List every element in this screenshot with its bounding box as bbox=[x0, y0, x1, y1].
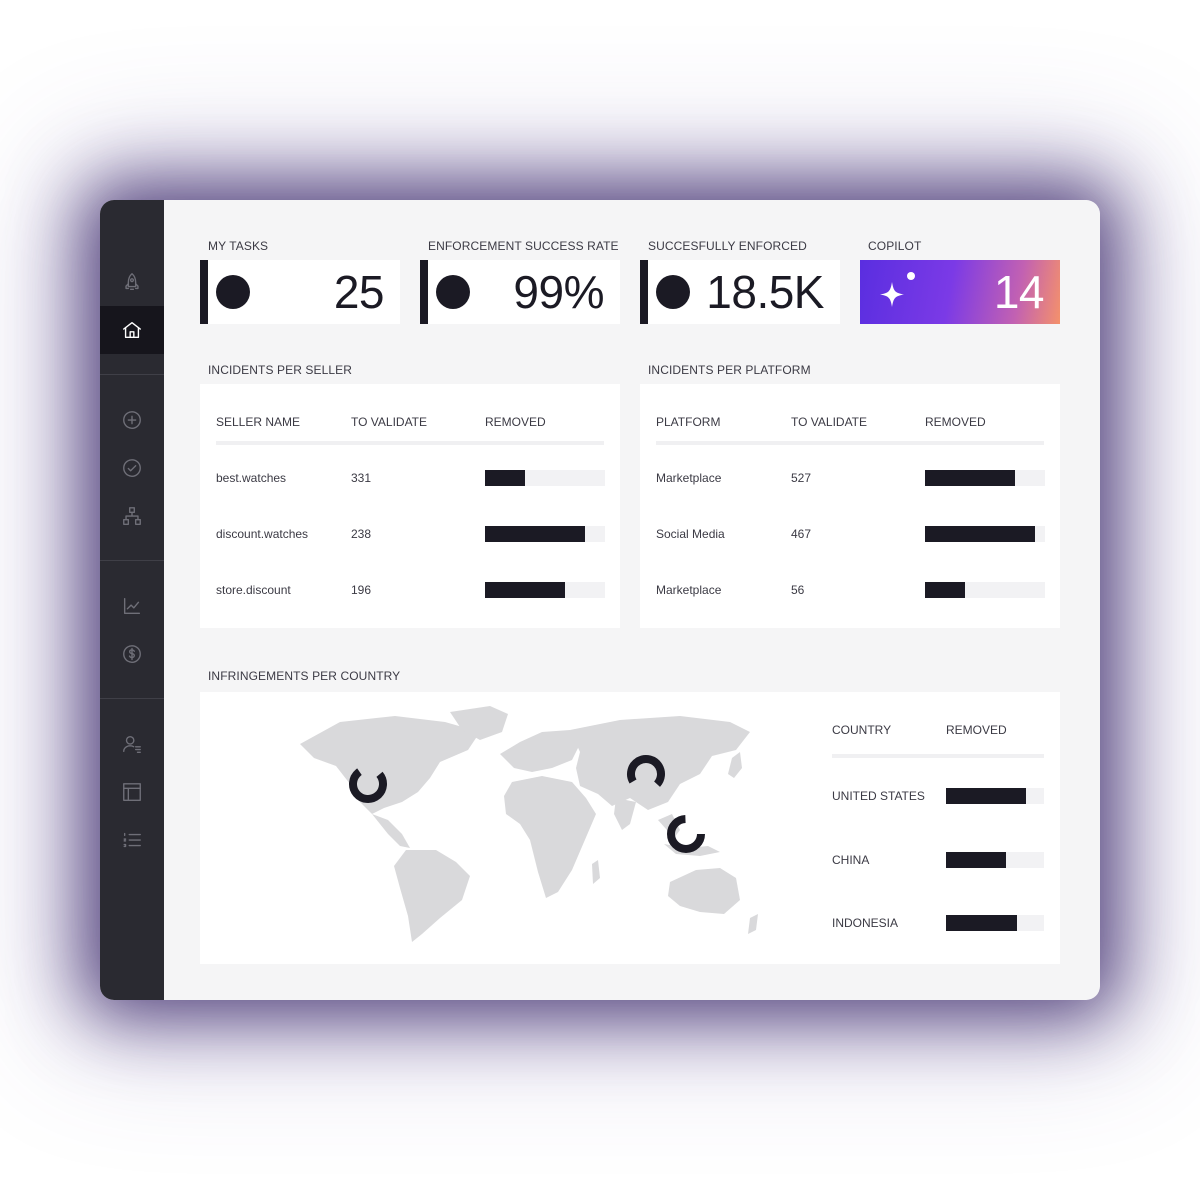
hierarchy-icon bbox=[123, 507, 141, 525]
country-name[interactable]: INDONESIA bbox=[832, 916, 898, 930]
sellers-title: INCIDENTS PER SELLER bbox=[208, 363, 353, 377]
removed-bar bbox=[485, 526, 605, 542]
indonesia-incident-marker-icon[interactable] bbox=[666, 814, 706, 854]
sidebar-item-list[interactable] bbox=[100, 816, 164, 864]
removed-bar bbox=[485, 582, 605, 598]
rocket-icon bbox=[125, 273, 139, 291]
removed-bar bbox=[946, 852, 1044, 868]
kpi-accent-bar bbox=[640, 260, 648, 324]
sidebar-item-hierarchy[interactable] bbox=[100, 492, 164, 540]
sidebar-item-analytics[interactable] bbox=[100, 582, 164, 630]
seller-to-validate: 331 bbox=[351, 471, 372, 485]
platform-to-validate: 467 bbox=[791, 527, 812, 541]
home-icon bbox=[123, 321, 141, 339]
removed-bar bbox=[485, 470, 605, 486]
col-removed: REMOVED bbox=[485, 415, 546, 429]
countries-title: INFRINGEMENTS PER COUNTRY bbox=[208, 669, 401, 683]
seller-to-validate: 196 bbox=[351, 583, 372, 597]
platform-name[interactable]: Social Media bbox=[656, 527, 725, 541]
sidebar-item-rocket[interactable] bbox=[100, 258, 164, 306]
us-incident-marker-icon[interactable] bbox=[348, 764, 388, 804]
removed-bar bbox=[946, 788, 1044, 804]
sidebar-item-finance[interactable] bbox=[100, 630, 164, 678]
kpi-success-label: ENFORCEMENT SUCCESS RATE bbox=[428, 239, 619, 253]
kpi-tasks-label: MY TASKS bbox=[208, 239, 269, 253]
sidebar-item-add[interactable] bbox=[100, 396, 164, 444]
sparkle-icon bbox=[880, 272, 915, 307]
status-dot-icon bbox=[436, 275, 470, 309]
status-dot-icon bbox=[216, 275, 250, 309]
sidebar-item-validate[interactable] bbox=[100, 444, 164, 492]
kpi-copilot-value: 14 bbox=[993, 266, 1045, 318]
line-chart-icon bbox=[123, 597, 141, 615]
sidebar bbox=[100, 200, 164, 1000]
platform-name[interactable]: Marketplace bbox=[656, 583, 721, 597]
sidebar-item-layout[interactable] bbox=[100, 768, 164, 816]
col-to-validate: TO VALIDATE bbox=[791, 415, 868, 429]
sidebar-item-home[interactable] bbox=[100, 306, 164, 354]
dashboard-main: MY TASKS 25 ENFORCEMENT SUCCESS RATE 99%… bbox=[164, 200, 1100, 1000]
kpi-enforced-card[interactable]: 18.5K bbox=[640, 260, 840, 324]
plus-circle-icon bbox=[123, 411, 141, 429]
col-removed: REMOVED bbox=[925, 415, 986, 429]
removed-bar bbox=[946, 915, 1044, 931]
kpi-copilot-label: COPILOT bbox=[868, 239, 922, 253]
platforms-title: INCIDENTS PER PLATFORM bbox=[648, 363, 811, 377]
status-dot-icon bbox=[656, 275, 690, 309]
countries-panel: COUNTRY REMOVED UNITED STATES CHINA INDO… bbox=[200, 692, 1060, 964]
seller-name[interactable]: store.discount bbox=[216, 583, 291, 597]
seller-name[interactable]: discount.watches bbox=[216, 527, 308, 541]
check-circle-icon bbox=[123, 459, 141, 477]
list-icon bbox=[123, 832, 141, 848]
sellers-panel: SELLER NAME TO VALIDATE REMOVED best.wat… bbox=[200, 384, 620, 628]
platforms-panel: PLATFORM TO VALIDATE REMOVED Marketplace… bbox=[640, 384, 1060, 628]
col-seller-name: SELLER NAME bbox=[216, 415, 301, 429]
user-settings-icon bbox=[123, 735, 141, 753]
kpi-accent-bar bbox=[420, 260, 428, 324]
kpi-tasks-value: 25 bbox=[333, 266, 385, 318]
col-platform: PLATFORM bbox=[656, 415, 721, 429]
removed-bar bbox=[925, 526, 1045, 542]
country-name[interactable]: UNITED STATES bbox=[832, 789, 925, 803]
country-name[interactable]: CHINA bbox=[832, 853, 869, 867]
app-window: MY TASKS 25 ENFORCEMENT SUCCESS RATE 99%… bbox=[100, 200, 1100, 1000]
kpi-accent-bar bbox=[200, 260, 208, 324]
removed-bar bbox=[925, 470, 1045, 486]
dollar-circle-icon bbox=[123, 645, 141, 663]
kpi-tasks-card[interactable]: 25 bbox=[200, 260, 400, 324]
kpi-success-value: 99% bbox=[513, 266, 604, 318]
kpi-enforced-value: 18.5K bbox=[706, 266, 824, 318]
sidebar-item-users[interactable] bbox=[100, 720, 164, 768]
layout-icon bbox=[123, 783, 141, 801]
kpi-success-card[interactable]: 99% bbox=[420, 260, 620, 324]
col-removed: REMOVED bbox=[946, 723, 1007, 737]
copilot-card[interactable]: 14 bbox=[860, 260, 1060, 324]
removed-bar bbox=[925, 582, 1045, 598]
col-to-validate: TO VALIDATE bbox=[351, 415, 428, 429]
col-country: COUNTRY bbox=[832, 723, 892, 737]
seller-name[interactable]: best.watches bbox=[216, 471, 286, 485]
platform-to-validate: 56 bbox=[791, 583, 805, 597]
platform-to-validate: 527 bbox=[791, 471, 812, 485]
kpi-enforced-label: SUCCESFULLY ENFORCED bbox=[648, 239, 807, 253]
platform-name[interactable]: Marketplace bbox=[656, 471, 721, 485]
seller-to-validate: 238 bbox=[351, 527, 372, 541]
china-incident-marker-icon[interactable] bbox=[626, 754, 666, 794]
